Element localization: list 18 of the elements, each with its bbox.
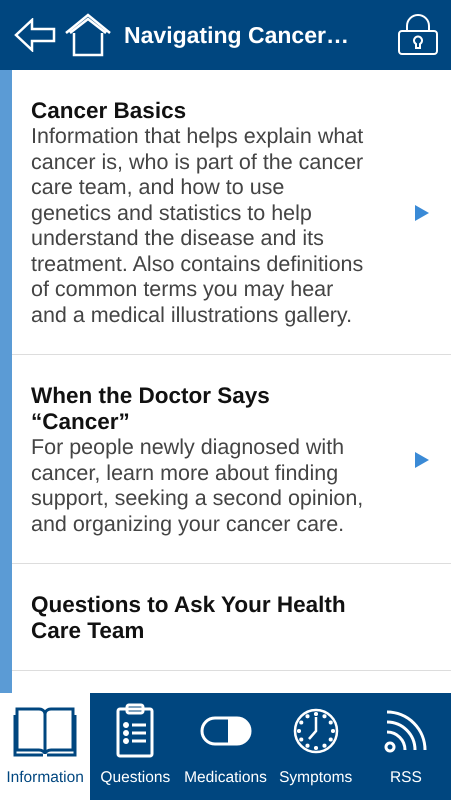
tab[interactable]: Information xyxy=(0,693,90,800)
pill-icon xyxy=(200,716,252,746)
clipboard-icon xyxy=(115,703,156,759)
chevron-icon xyxy=(415,205,429,221)
item-title: Questions to Ask Your Health Care Team xyxy=(31,592,347,644)
item-description: For people newly diagnosed with cancer, learn more about finding support, seeking a second opinion, and organizing your cancer care. xyxy=(31,435,364,537)
list-item[interactable]: When the Doctor Says “Cancer” For people newly diagnosed with cancer, learn more about finding support, seeking a second opinion, and organizing your cancer care. xyxy=(12,355,451,564)
window-title: Navigating Cancer… xyxy=(124,22,350,48)
chevron-icon xyxy=(415,452,429,468)
rss-icon xyxy=(382,708,429,754)
item-title: When the Doctor Says “Cancer” xyxy=(31,383,271,435)
clock-icon xyxy=(292,707,340,755)
lock-button[interactable] xyxy=(397,14,439,56)
item-description: Information that helps explain what cancer is, who is part of the cancer care team, and how to use genetics and statistics to help understand the disease and its treatment. Also contains definitions of common terms you may hear and a medical illustrations gallery. xyxy=(31,124,364,328)
list-item[interactable]: Questions to Ask Your Health Care Team xyxy=(12,564,451,671)
back-button[interactable] xyxy=(14,18,56,52)
home-button[interactable] xyxy=(64,13,112,57)
item-title: Cancer Basics xyxy=(31,98,188,124)
